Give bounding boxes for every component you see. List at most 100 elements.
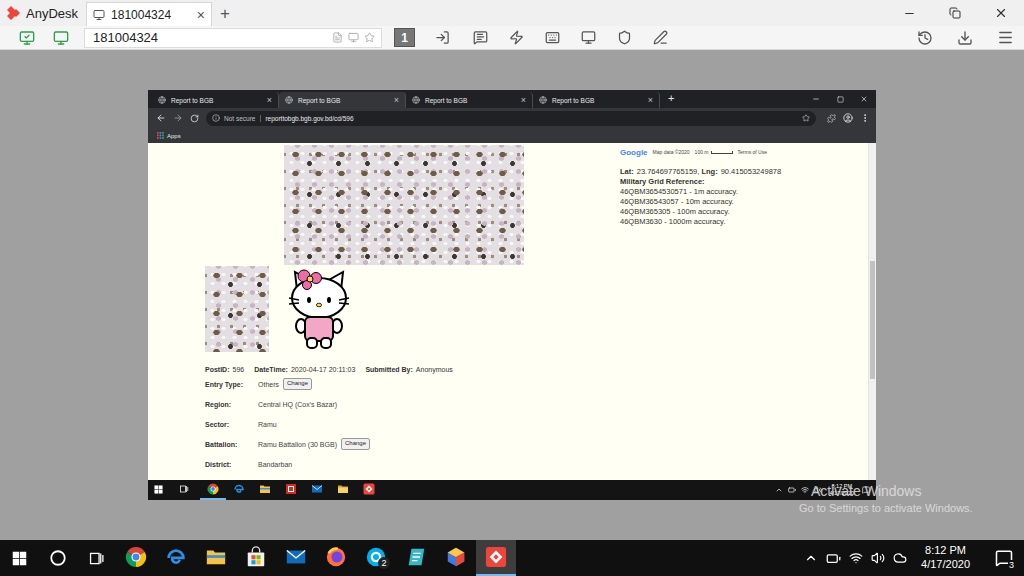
battery-icon[interactable] — [826, 551, 841, 566]
store-icon[interactable] — [245, 546, 267, 568]
remote-start-button[interactable] — [148, 480, 168, 500]
session-tab[interactable]: 181004324× — [86, 2, 212, 26]
folder-icon[interactable] — [337, 483, 349, 495]
browser-maximize[interactable] — [828, 90, 852, 108]
actions-button[interactable] — [505, 27, 527, 49]
cloud-icon[interactable] — [893, 551, 907, 565]
search-button[interactable] — [38, 540, 77, 576]
anydesk-icon[interactable] — [363, 483, 375, 495]
notes-icon[interactable] — [405, 546, 427, 568]
new-tab-button[interactable]: + — [220, 5, 230, 22]
browser-menu-icon[interactable] — [860, 113, 870, 123]
chrome-icon[interactable] — [125, 546, 147, 568]
mail-icon[interactable] — [311, 483, 323, 495]
task-view-button[interactable] — [77, 540, 116, 576]
browser-minimize[interactable] — [804, 90, 828, 108]
browser-tab-close[interactable]: × — [521, 96, 526, 105]
hex-icon[interactable] — [445, 546, 467, 568]
keyboard-button[interactable] — [541, 27, 563, 49]
browser-tab[interactable]: Report to BGB× — [152, 92, 279, 108]
remote-taskbar-app[interactable] — [200, 480, 226, 500]
reload-icon[interactable] — [190, 114, 199, 123]
explorer-icon[interactable] — [205, 546, 227, 568]
address-field[interactable]: 181004324 — [84, 28, 382, 48]
wifi-icon[interactable] — [849, 551, 863, 565]
taskbar-app[interactable] — [196, 540, 236, 576]
firefox-icon[interactable] — [325, 546, 347, 568]
taskbar-app[interactable] — [236, 540, 276, 576]
explorer-icon[interactable] — [259, 483, 271, 495]
extension-icon[interactable] — [827, 114, 836, 123]
chrome-icon[interactable] — [207, 483, 219, 495]
taskbar-app[interactable] — [396, 540, 436, 576]
forward-icon[interactable] — [173, 113, 183, 123]
remote-clock[interactable]: 8:12 PM4/17/2020 — [827, 483, 857, 497]
notification-icon[interactable] — [862, 486, 870, 494]
browser-tab-close[interactable]: × — [267, 96, 272, 105]
taskbar-app[interactable] — [276, 540, 316, 576]
back-icon[interactable] — [156, 113, 166, 123]
change-button[interactable]: Change — [341, 438, 370, 449]
task-view-icon[interactable] — [179, 484, 189, 494]
restore-button[interactable] — [932, 0, 978, 26]
browser-tab[interactable]: Report to BGB× — [406, 92, 533, 108]
permissions-button[interactable] — [613, 27, 635, 49]
anydesk-icon[interactable] — [485, 546, 507, 568]
remote-taskbar-app[interactable] — [330, 480, 356, 500]
taskbar-app[interactable]: 2 — [356, 540, 396, 576]
thumbnail-kitty[interactable] — [285, 266, 353, 352]
tab-close-button[interactable]: × — [197, 8, 205, 22]
remote-taskbar-app[interactable] — [278, 480, 304, 500]
windows-start-icon[interactable] — [12, 551, 27, 566]
switch-sides-button[interactable] — [431, 27, 453, 49]
close-button[interactable] — [978, 0, 1024, 26]
change-button[interactable]: Change — [283, 378, 312, 389]
download-button[interactable] — [954, 27, 976, 49]
browser-new-tab[interactable]: + — [668, 93, 674, 104]
battery-icon[interactable] — [788, 486, 796, 494]
chevron-up-icon[interactable] — [775, 486, 783, 494]
volume-icon[interactable] — [814, 486, 822, 494]
search-icon[interactable] — [49, 549, 67, 567]
action-center-button[interactable]: 3 — [984, 540, 1024, 576]
remote-taskbar-app[interactable] — [356, 480, 382, 500]
browser-close[interactable] — [852, 90, 876, 108]
bookmark-item[interactable]: Apps — [157, 132, 181, 139]
scrollbar[interactable] — [868, 143, 876, 480]
connection-status[interactable] — [16, 27, 38, 49]
wifi-icon[interactable] — [801, 486, 809, 494]
scroll-thumb[interactable] — [870, 261, 875, 379]
profile-icon[interactable] — [843, 113, 853, 123]
display-button[interactable]: 1 — [394, 28, 415, 47]
taskbar-app[interactable] — [156, 540, 196, 576]
taskbar-app[interactable] — [476, 540, 516, 576]
omnibox[interactable]: Not securereporttobgb.bgb.gov.bd/cd/596 — [206, 111, 816, 126]
apps-grid-icon[interactable] — [157, 132, 164, 139]
minimize-button[interactable] — [886, 0, 932, 26]
windows-start-icon[interactable] — [154, 485, 163, 494]
browser-tab-close[interactable]: × — [394, 96, 399, 105]
chevron-up-icon[interactable] — [804, 551, 818, 565]
chat-button[interactable] — [469, 27, 491, 49]
remote-taskbar-app[interactable] — [252, 480, 278, 500]
browser-tab[interactable]: Report to BGB× — [279, 92, 406, 108]
whiteboard-button[interactable] — [649, 27, 671, 49]
taskbar-app[interactable] — [436, 540, 476, 576]
start-button[interactable] — [0, 540, 38, 576]
volume-icon[interactable] — [871, 551, 885, 565]
map-terms[interactable]: Terms of Use — [738, 149, 767, 155]
edge-icon[interactable] — [165, 546, 187, 568]
edge-icon[interactable] — [233, 483, 245, 495]
remote-task-view[interactable] — [168, 480, 200, 500]
display-settings-button[interactable] — [577, 27, 599, 49]
taskbar-app[interactable] — [116, 540, 156, 576]
task-view-icon[interactable] — [88, 550, 105, 567]
thumbnail-photo[interactable] — [205, 266, 269, 352]
clock[interactable]: 8:12 PM4/17/2020 — [915, 544, 976, 572]
remote-taskbar-app[interactable] — [226, 480, 252, 500]
history-button[interactable] — [914, 27, 936, 49]
taskbar-app[interactable] — [316, 540, 356, 576]
mail-icon[interactable] — [285, 546, 307, 568]
browser-tab[interactable]: Report to BGB× — [533, 92, 660, 108]
browser-tab-close[interactable]: × — [648, 96, 653, 105]
